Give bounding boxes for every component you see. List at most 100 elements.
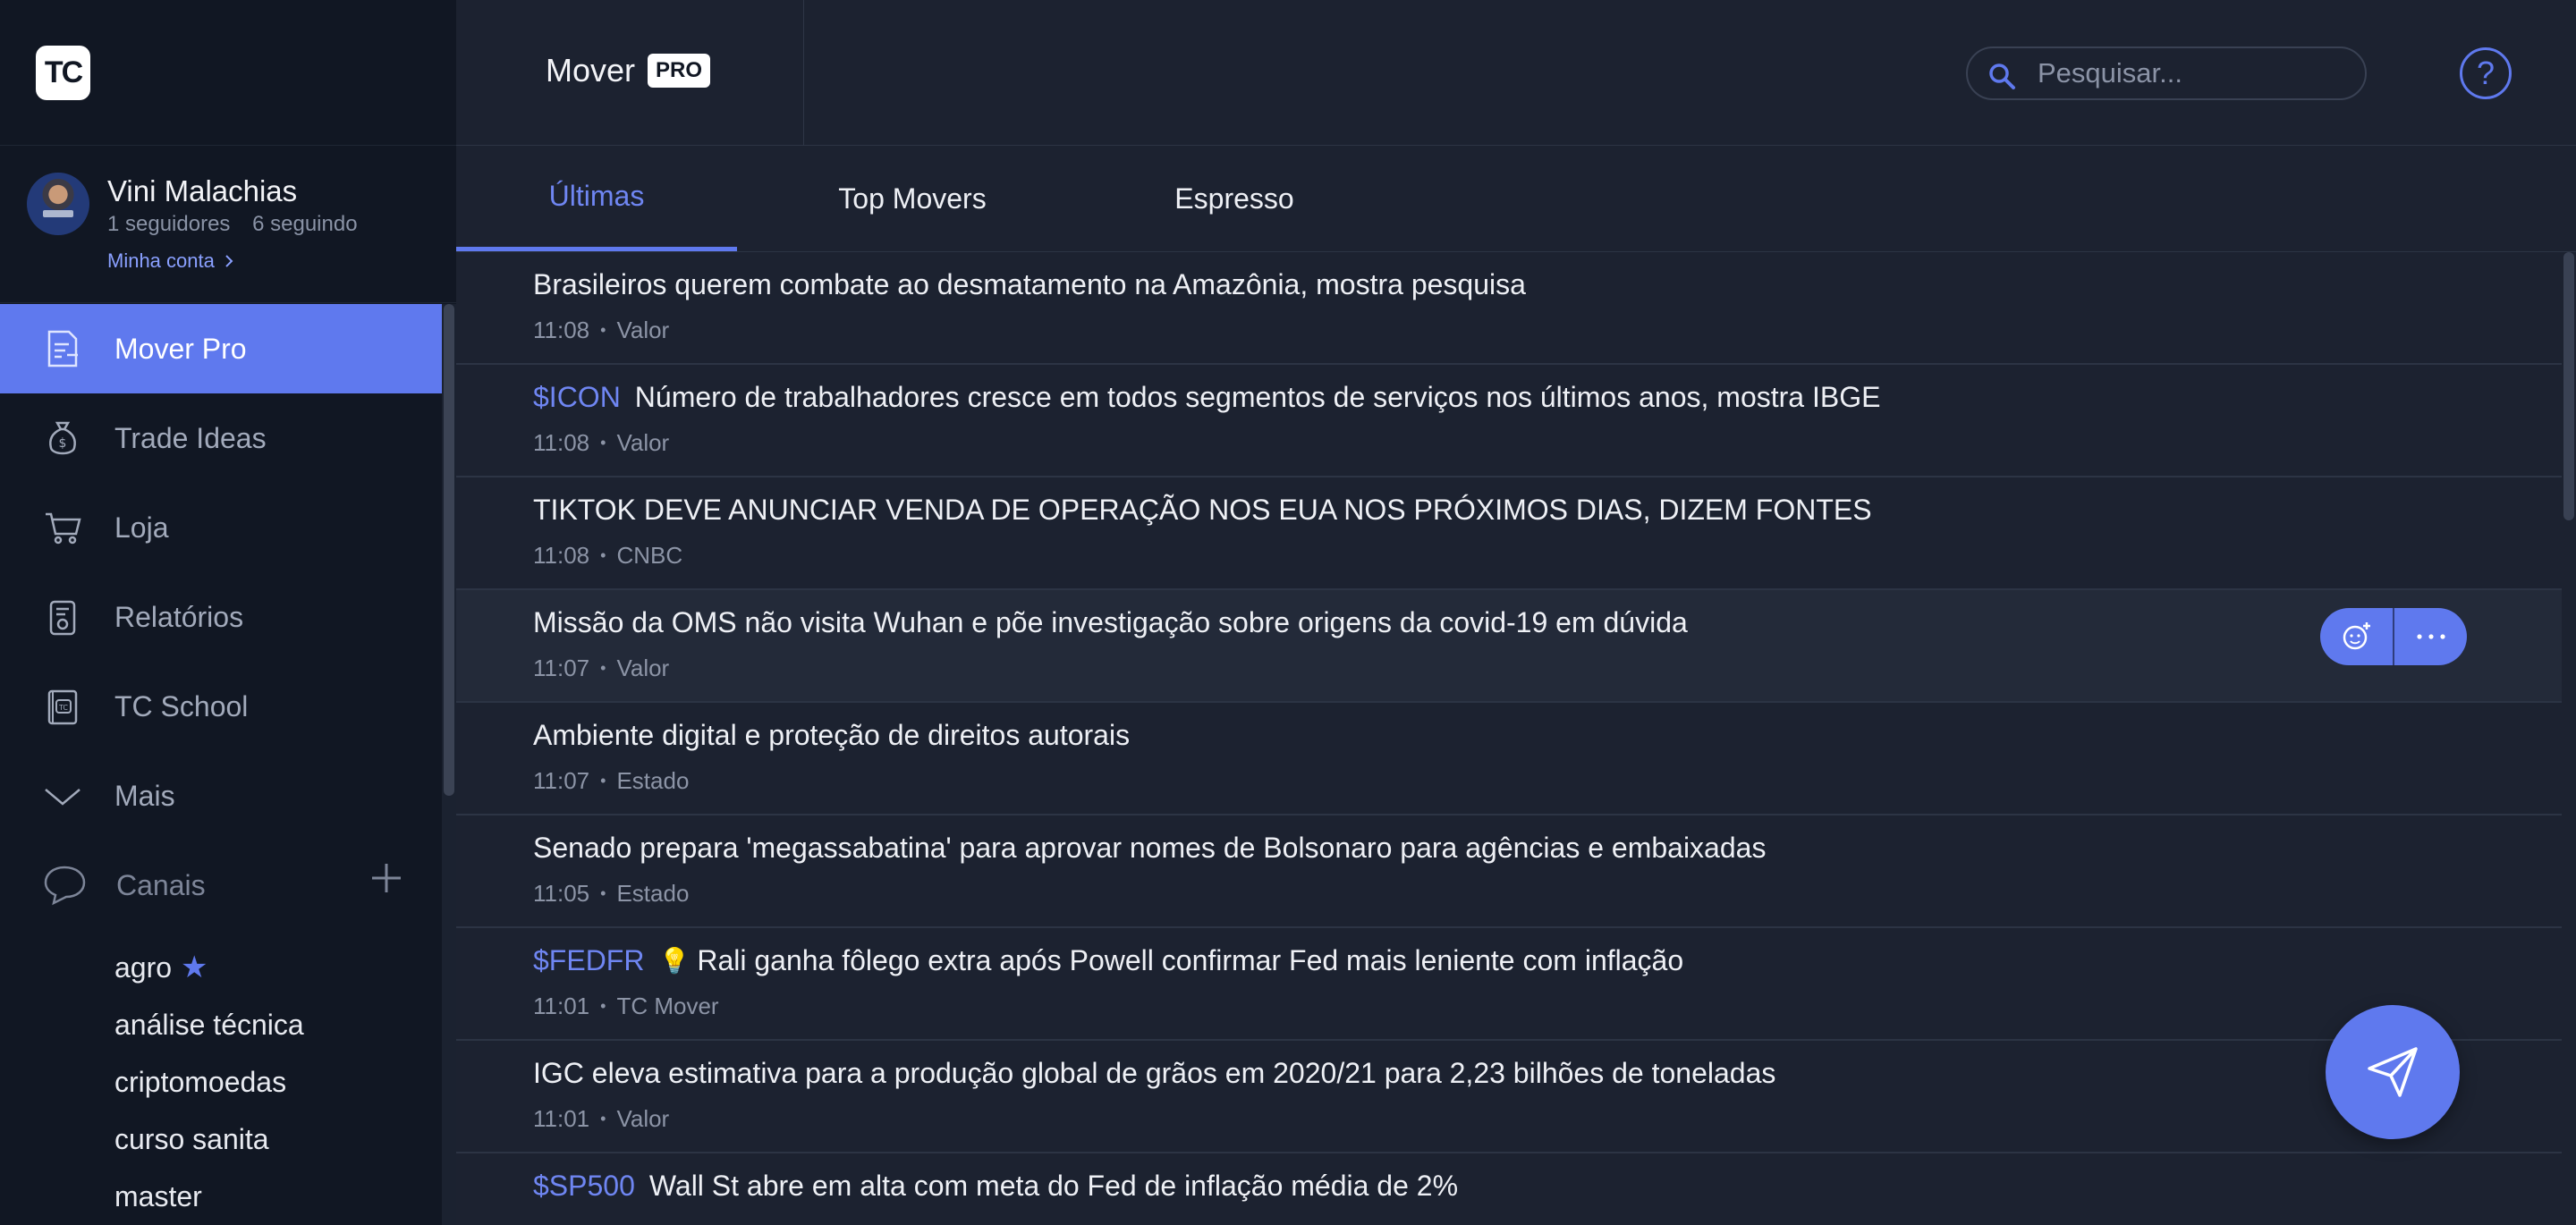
chevron-right-icon — [225, 255, 233, 267]
separator-dot: • — [600, 546, 606, 564]
my-account-label: Minha conta — [107, 249, 215, 272]
news-meta: 11:07 • Valor — [533, 655, 669, 682]
news-source: Valor — [616, 317, 670, 343]
news-meta: 11:01 • Valor — [533, 1105, 669, 1133]
separator-dot: • — [600, 1110, 606, 1128]
news-meta: 11:08 • Valor — [533, 429, 669, 457]
ticker-link[interactable]: $SP500 — [533, 1170, 635, 1203]
channels-header: Canais — [0, 841, 442, 926]
news-time: 11:08 — [533, 542, 590, 569]
news-row[interactable]: $ICON Número de trabalhadores cresce em t… — [456, 365, 2562, 477]
news-time: 11:01 — [533, 1105, 590, 1132]
headline-text: Wall St abre em alta com meta do Fed de … — [648, 1170, 1459, 1202]
channel-item-master[interactable]: master — [114, 1168, 304, 1225]
followers-count[interactable]: 1 seguidores — [107, 212, 230, 236]
news-source: Valor — [616, 1105, 670, 1132]
news-time: 11:05 — [533, 880, 590, 907]
nav-item-label: TC School — [114, 689, 249, 722]
nav-item-label: Mover Pro — [114, 332, 247, 365]
help-button[interactable]: ? — [2460, 47, 2512, 99]
channel-item-criptomoedas[interactable]: criptomoedas — [114, 1053, 304, 1111]
channel-item-agro[interactable]: agro ★ — [114, 939, 304, 996]
avatar[interactable] — [27, 173, 89, 235]
news-headline: IGC eleva estimativa para a produção glo… — [533, 1057, 1775, 1090]
news-row[interactable]: Senado prepara 'megassabatina' para apro… — [456, 815, 2562, 928]
scrollbar-thumb[interactable] — [444, 304, 454, 796]
channel-item-curso-sanita[interactable]: curso sanita — [114, 1111, 304, 1168]
header-divider — [803, 0, 804, 146]
send-icon — [2368, 1047, 2418, 1097]
tc-logo[interactable]: TC — [36, 46, 90, 100]
chevron-down-icon — [41, 774, 84, 817]
news-meta: 11:01 • TC Mover — [533, 993, 719, 1020]
add-reaction-button[interactable] — [2320, 608, 2393, 665]
page-title: Mover — [546, 52, 636, 89]
document-icon — [41, 327, 84, 370]
news-time: 11:08 — [533, 429, 590, 456]
nav-item-relatorios[interactable]: Relatórios — [0, 572, 442, 662]
brand: Mover PRO — [546, 52, 711, 89]
news-time: 11:08 — [533, 317, 590, 343]
news-headline: Ambiente digital e proteção de direitos … — [533, 719, 1130, 752]
news-source: TC Mover — [616, 993, 719, 1019]
following-count[interactable]: 6 seguindo — [252, 212, 357, 236]
news-feed: Brasileiros querem combate ao desmatamen… — [456, 252, 2562, 1225]
news-row[interactable]: IGC eleva estimativa para a produção glo… — [456, 1041, 2562, 1153]
ticker-link[interactable]: $FEDFR — [533, 944, 644, 977]
news-headline: TIKTOK DEVE ANUNCIAR VENDA DE OPERAÇÃO N… — [533, 494, 1872, 527]
row-actions — [2320, 608, 2467, 665]
scrollbar-thumb[interactable] — [2563, 252, 2574, 520]
headline-text: Brasileiros querem combate ao desmatamen… — [533, 268, 1526, 300]
news-source: Estado — [616, 880, 690, 907]
channel-name: criptomoedas — [114, 1065, 287, 1098]
news-row[interactable]: Brasileiros querem combate ao desmatamen… — [456, 252, 2562, 365]
more-options-button[interactable] — [2393, 608, 2467, 665]
pro-badge: PRO — [648, 54, 711, 88]
news-row[interactable]: Ambiente digital e proteção de direitos … — [456, 703, 2562, 815]
new-post-button[interactable] — [2326, 1005, 2460, 1139]
sidebar-scrollbar[interactable] — [442, 304, 456, 1225]
nav-item-label: Mais — [114, 779, 175, 812]
nav-item-tc-school[interactable]: TC TC School — [0, 662, 442, 751]
headline-text: Rali ganha fôlego extra após Powell conf… — [697, 944, 1684, 976]
user-name[interactable]: Vini Malachias — [107, 174, 297, 208]
separator-dot: • — [600, 884, 606, 902]
cart-icon — [41, 506, 84, 549]
nav-item-mover-pro[interactable]: Mover Pro — [0, 304, 442, 393]
news-meta: 11:08 • CNBC — [533, 542, 682, 570]
tab-espresso[interactable]: Espresso — [1127, 146, 1342, 251]
news-time: 11:01 — [533, 993, 590, 1019]
nav-item-label: Trade Ideas — [114, 421, 267, 454]
nav-item-loja[interactable]: Loja — [0, 483, 442, 572]
headline-text: IGC eleva estimativa para a produção glo… — [533, 1057, 1776, 1089]
ticker-link[interactable]: $ICON — [533, 381, 621, 414]
sidebar: TC Vini Malachias 1 seguidores 6 seguind… — [0, 0, 456, 1225]
news-row[interactable]: $FEDFR 💡 Rali ganha fôlego extra após Powe… — [456, 928, 2562, 1041]
my-account-link[interactable]: Minha conta — [107, 249, 234, 273]
nav-item-label: Loja — [114, 511, 169, 544]
separator-dot: • — [600, 321, 606, 339]
news-source: Valor — [616, 655, 670, 681]
nav-item-mais[interactable]: Mais — [0, 751, 442, 841]
main-nav: Mover Pro $ Trade Ideas Loja Relatórios … — [0, 304, 442, 841]
logo-area: TC — [0, 0, 456, 146]
feed-scrollbar[interactable] — [2562, 252, 2576, 1225]
nav-item-trade-ideas[interactable]: $ Trade Ideas — [0, 393, 442, 483]
news-headline: Missão da OMS não visita Wuhan e põe inv… — [533, 606, 1688, 639]
channel-item-analise-tecnica[interactable]: análise técnica — [114, 996, 304, 1053]
add-channel-icon[interactable] — [369, 860, 404, 896]
top-header: Mover PRO ? — [456, 0, 2576, 146]
news-headline: $FEDFR 💡 Rali ganha fôlego extra após Powe… — [533, 944, 1683, 977]
report-icon — [41, 596, 84, 638]
news-row[interactable]: Missão da OMS não visita Wuhan e põe inv… — [456, 590, 2562, 703]
headline-text: Número de trabalhadores cresce em todos … — [634, 381, 1881, 413]
school-book-icon: TC — [41, 685, 84, 728]
tab-top-movers[interactable]: Top Movers — [796, 146, 1029, 251]
star-icon[interactable]: ★ — [181, 950, 208, 985]
headline-text: TIKTOK DEVE ANUNCIAR VENDA DE OPERAÇÃO N… — [533, 494, 1872, 526]
news-row[interactable]: TIKTOK DEVE ANUNCIAR VENDA DE OPERAÇÃO N… — [456, 477, 2562, 590]
news-row[interactable]: $SP500 Wall St abre em alta com meta do F… — [456, 1153, 2562, 1225]
tab-ultimas[interactable]: Últimas — [456, 146, 737, 251]
search-input[interactable] — [2038, 55, 2351, 91]
search-box[interactable] — [1966, 46, 2367, 100]
